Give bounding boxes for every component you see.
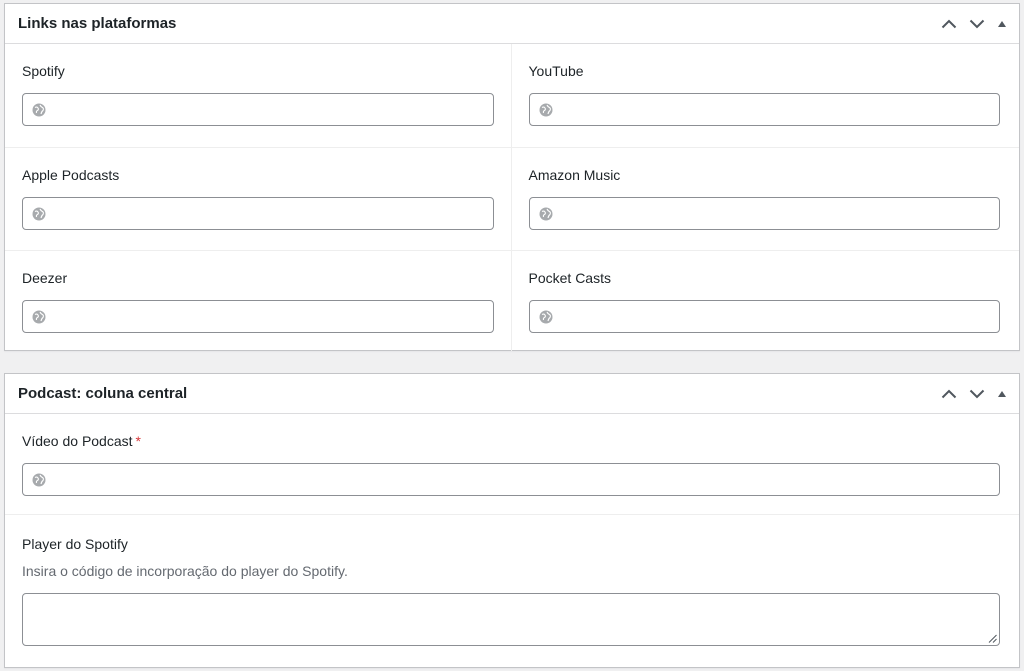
- amazon-music-url-field[interactable]: [528, 197, 1000, 230]
- spotify-url-input[interactable]: [46, 94, 493, 125]
- spotify-player-textarea-wrapper: [22, 593, 1000, 646]
- field-youtube: YouTube: [512, 44, 1020, 147]
- metabox-podcast-center-column: Podcast: coluna central Vídeo do Podcast…: [4, 373, 1020, 668]
- platform-fields: Spotify YouTube Apple Podcasts Amazon Mu…: [5, 44, 1019, 351]
- handle-actions: [935, 374, 1019, 413]
- globe-icon: [539, 103, 552, 116]
- spotify-url-field[interactable]: [22, 93, 494, 126]
- field-amazon-music: Amazon Music: [512, 148, 1020, 250]
- triangle-up-icon: [998, 20, 1006, 27]
- pocket-casts-url-input[interactable]: [552, 301, 999, 332]
- globe-icon: [32, 310, 46, 323]
- metabox-title[interactable]: Podcast: coluna central: [18, 385, 187, 402]
- field-label: Pocket Casts: [528, 270, 611, 286]
- apple-podcasts-url-field[interactable]: [22, 197, 494, 230]
- move-up-button[interactable]: [935, 380, 963, 408]
- field-description: Insira o código de incorporação do playe…: [22, 563, 348, 579]
- field-spotify: Spotify: [5, 44, 512, 147]
- field-row: Spotify YouTube: [5, 44, 1019, 147]
- globe-icon: [539, 207, 552, 220]
- chevron-up-icon: [941, 19, 957, 28]
- triangle-up-icon: [998, 390, 1006, 397]
- globe-icon: [539, 310, 552, 323]
- chevron-down-icon: [969, 389, 985, 398]
- field-label: Vídeo do Podcast *: [22, 431, 1000, 451]
- move-up-button[interactable]: [935, 10, 963, 38]
- toggle-panel-button[interactable]: [991, 10, 1013, 38]
- field-deezer: Deezer: [5, 251, 512, 351]
- required-marker: *: [135, 433, 141, 449]
- move-down-button[interactable]: [963, 380, 991, 408]
- youtube-url-field[interactable]: [528, 93, 1000, 126]
- field-label: Amazon Music: [528, 167, 621, 183]
- youtube-url-input[interactable]: [552, 94, 999, 125]
- metabox-header: Links nas plataformas: [5, 4, 1019, 44]
- spotify-player-embed-textarea[interactable]: [23, 594, 999, 645]
- deezer-url-input[interactable]: [46, 301, 493, 332]
- move-down-button[interactable]: [963, 10, 991, 38]
- field-label: Deezer: [22, 270, 68, 286]
- field-row: Apple Podcasts Amazon Music: [5, 147, 1019, 250]
- amazon-music-url-input[interactable]: [552, 198, 999, 229]
- field-spotify-player: Player do Spotify Insira o código de inc…: [5, 515, 1019, 667]
- video-label-text: Vídeo do Podcast: [22, 433, 133, 449]
- field-label: Apple Podcasts: [22, 167, 120, 183]
- globe-icon: [32, 103, 46, 116]
- chevron-down-icon: [969, 19, 985, 28]
- field-label: Spotify: [22, 63, 65, 79]
- field-label: Player do Spotify: [22, 536, 128, 552]
- field-podcast-video: Vídeo do Podcast *: [5, 414, 1019, 515]
- field-apple-podcasts: Apple Podcasts: [5, 148, 512, 250]
- metabox-platform-links: Links nas plataformas Spotify YouTube Ap…: [4, 3, 1020, 351]
- field-row: Deezer Pocket Casts: [5, 250, 1019, 351]
- metabox-title[interactable]: Links nas plataformas: [18, 15, 176, 32]
- resize-handle-icon[interactable]: [988, 634, 997, 643]
- globe-icon: [32, 473, 46, 486]
- handle-actions: [935, 4, 1019, 43]
- chevron-up-icon: [941, 389, 957, 398]
- deezer-url-field[interactable]: [22, 300, 494, 333]
- field-label: YouTube: [528, 63, 584, 79]
- field-pocket-casts: Pocket Casts: [512, 251, 1020, 351]
- globe-icon: [32, 207, 46, 220]
- podcast-video-url-input[interactable]: [46, 464, 999, 495]
- apple-podcasts-url-input[interactable]: [46, 198, 493, 229]
- pocket-casts-url-field[interactable]: [528, 300, 1000, 333]
- toggle-panel-button[interactable]: [991, 380, 1013, 408]
- metabox-header: Podcast: coluna central: [5, 374, 1019, 414]
- podcast-video-url-field[interactable]: [22, 463, 1000, 496]
